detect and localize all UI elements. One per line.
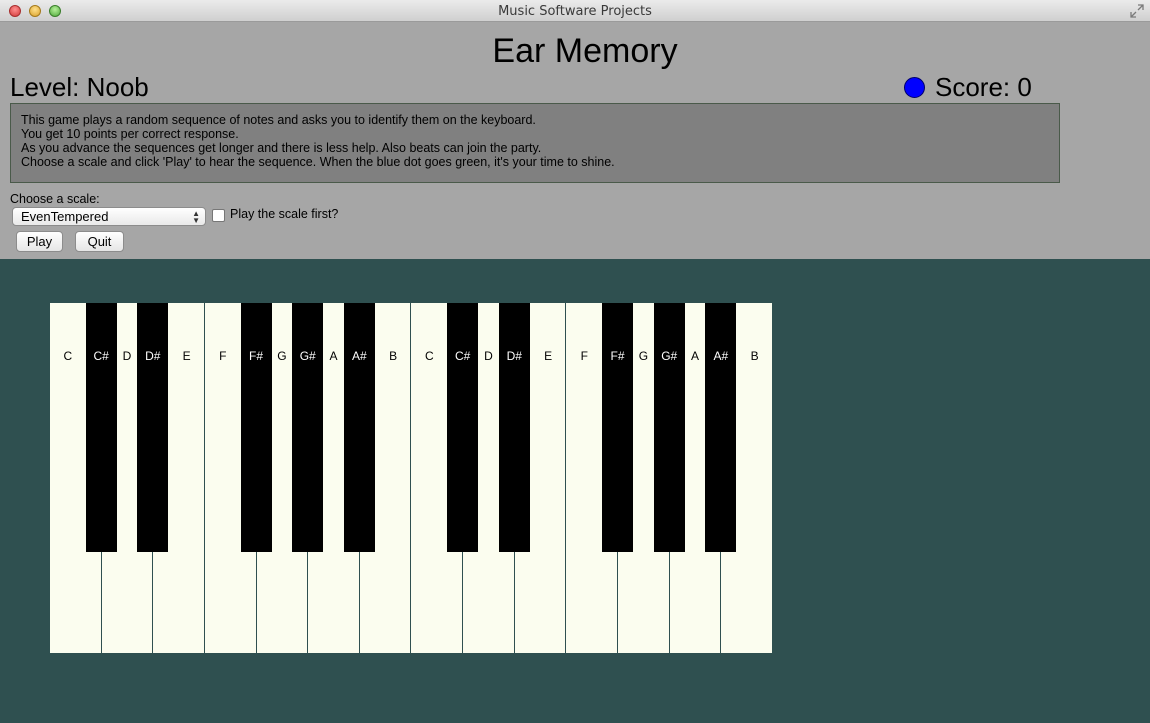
white-key-label: B: [750, 349, 759, 363]
black-key-label: A#: [713, 349, 729, 363]
scale-select-value: EvenTempered: [21, 209, 109, 224]
black-key-label: A#: [352, 349, 367, 363]
white-key-label: E: [544, 349, 553, 363]
black-key-d-sharp[interactable]: [498, 303, 530, 552]
white-key-label: A: [329, 349, 338, 363]
white-key-label: B: [389, 349, 398, 363]
black-key-c-sharp[interactable]: [85, 303, 117, 552]
black-key-label: D#: [145, 349, 161, 363]
white-key-label: G: [638, 349, 649, 363]
control-panel: Ear Memory Level: Noob Score: 0 This gam…: [0, 22, 1150, 259]
black-key-label: C#: [454, 349, 471, 363]
title-bar: Music Software Projects: [0, 0, 1150, 22]
instruction-line: This game plays a random sequence of not…: [21, 113, 536, 127]
black-key-f-sharp[interactable]: [602, 303, 634, 552]
white-key-label: E: [182, 349, 191, 363]
white-key-label: F: [219, 349, 227, 363]
white-key-label: A: [691, 349, 700, 363]
white-key-label: D: [122, 349, 132, 363]
white-key-label: C: [63, 349, 73, 363]
scale-label: Choose a scale:: [10, 192, 100, 206]
black-key-a-sharp[interactable]: [343, 303, 375, 552]
white-key-label: G: [277, 349, 287, 363]
white-key-label: F: [580, 349, 588, 363]
score-display: Score: 0: [935, 72, 1032, 102]
black-key-d-sharp[interactable]: [137, 303, 169, 552]
piano-keyboard: C# D# F# G# A# C# D# F# G# A# C D E F G A B C D E F G A B: [50, 303, 773, 653]
fullscreen-icon[interactable]: [1130, 4, 1144, 18]
black-key-label: G#: [299, 349, 316, 363]
black-key-label: F#: [249, 349, 264, 363]
status-dot: [904, 77, 925, 98]
black-key-label: D#: [506, 349, 522, 363]
black-key-a-sharp[interactable]: [705, 303, 737, 552]
black-key-label: C#: [93, 349, 109, 363]
window-title: Music Software Projects: [498, 4, 652, 19]
instruction-line: Choose a scale and click 'Play' to hear …: [21, 155, 615, 169]
black-key-label: G#: [661, 349, 678, 363]
app-title: Ear Memory: [492, 32, 678, 70]
black-key-f-sharp[interactable]: [240, 303, 272, 552]
black-key-g-sharp[interactable]: [653, 303, 685, 552]
play-button[interactable]: Play: [16, 231, 63, 252]
play-scale-first-label[interactable]: Play the scale first?: [230, 207, 338, 221]
white-key-label: D: [484, 349, 493, 363]
scale-select[interactable]: EvenTempered ▲ ▼: [12, 207, 206, 226]
select-arrows-icon: ▲ ▼: [192, 209, 200, 225]
white-key-label: C: [424, 349, 434, 363]
quit-button[interactable]: Quit: [75, 231, 124, 252]
level-indicator: Level: Noob: [10, 72, 149, 102]
instruction-line: You get 10 points per correct response.: [21, 127, 239, 141]
black-key-c-sharp[interactable]: [447, 303, 479, 552]
instruction-line: As you advance the sequences get longer …: [21, 141, 542, 155]
black-key-label: F#: [610, 349, 625, 363]
play-scale-first-checkbox[interactable]: [212, 209, 225, 222]
black-key-g-sharp[interactable]: [292, 303, 324, 552]
instructions-box: This game plays a random sequence of not…: [10, 103, 1060, 183]
